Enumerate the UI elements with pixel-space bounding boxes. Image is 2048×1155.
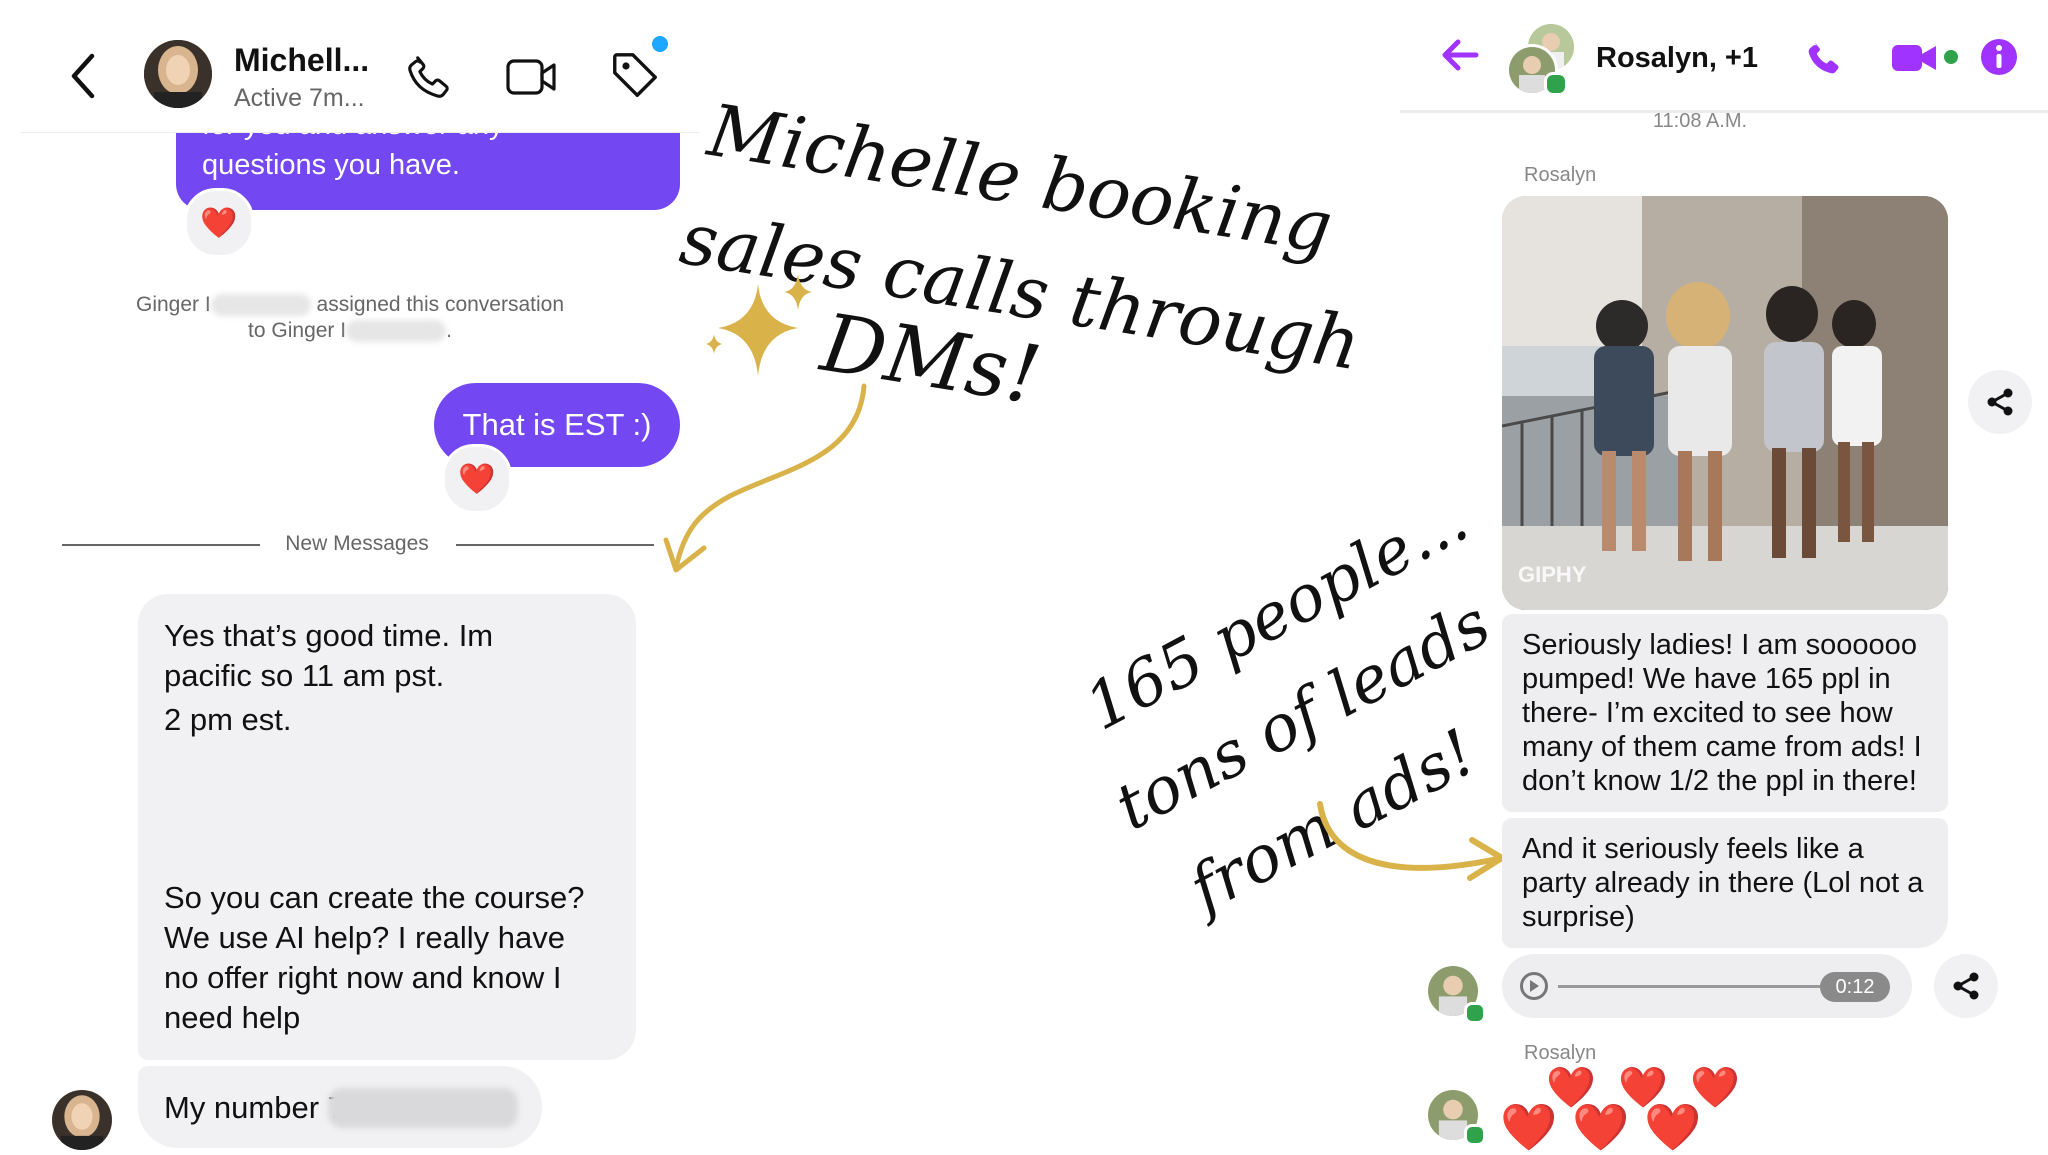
chat-header: Rosalyn, +1: [1400, 0, 2048, 113]
message-text-line: no offer right now and know I: [164, 960, 562, 995]
right-chat-panel: Rosalyn, +1 11:08 A.M. Rosalyn GIPHY Ser…: [1400, 0, 2048, 1153]
message-text-line: pacific so 11 am pst.: [164, 658, 445, 693]
system-text: assigned this conversation: [316, 293, 565, 316]
incoming-message-bubble[interactable]: My number 7: [138, 1066, 542, 1148]
share-icon: [1953, 972, 1979, 1000]
duration-text: 0:12: [1835, 976, 1875, 998]
voice-progress-track[interactable]: [1558, 985, 1858, 988]
message-text-line: Yes that’s good time. Im: [164, 618, 494, 653]
message-text-line: surprise): [1522, 901, 1635, 933]
message-text-line: there- I’m excited to see how: [1522, 697, 1893, 729]
giphy-watermark: GIPHY: [1518, 562, 1587, 587]
heart-icon: ❤️: [1572, 1101, 1630, 1153]
message-timestamp: 11:08 A.M.: [1652, 110, 1748, 132]
heart-reaction[interactable]: ❤️: [442, 444, 512, 514]
heart-icon: ❤️: [200, 206, 238, 240]
annotation-arrow: [660, 380, 880, 585]
system-text: to Ginger I: [248, 319, 347, 342]
contact-avatar[interactable]: [144, 40, 212, 108]
message-text-line: don’t know 1/2 the ppl in there!: [1522, 765, 1917, 797]
info-icon[interactable]: [1980, 38, 2018, 81]
message-text-line: And it seriously feels like a: [1522, 833, 1864, 865]
message-text-line: pumped! We have 165 ppl in: [1522, 663, 1891, 695]
heart-icon: ❤️: [1500, 1101, 1558, 1153]
share-icon: [1987, 388, 2013, 416]
phone-icon[interactable]: [404, 52, 454, 107]
voice-message-bubble[interactable]: 0:12: [1502, 954, 1912, 1018]
play-icon[interactable]: [1520, 972, 1548, 1000]
system-text: Ginger I: [135, 293, 211, 316]
message-text-line: So you can create the course?: [164, 880, 585, 915]
video-icon[interactable]: [504, 52, 560, 107]
heart-icon: ❤️: [1644, 1101, 1702, 1153]
left-chat-panel: for you and answer any questions you hav…: [0, 0, 700, 1152]
online-status-dot: [1544, 72, 1568, 96]
online-status-dot: [1464, 1124, 1486, 1146]
back-chevron-icon[interactable]: [68, 52, 98, 105]
incoming-message-bubble[interactable]: Yes that’s good time. Im pacific so 11 a…: [138, 594, 636, 1060]
message-text-line: We use AI help? I really have: [164, 920, 565, 955]
system-text: .: [446, 319, 452, 342]
contact-status: Active 7m...: [234, 84, 365, 112]
message-text-line: many of them came from ads! I: [1522, 731, 1922, 763]
sender-avatar[interactable]: [52, 1090, 112, 1150]
new-messages-label: New Messages: [285, 532, 429, 555]
tag-icon[interactable]: [608, 48, 662, 107]
sender-label: Rosalyn: [1524, 164, 1597, 186]
heart-reaction[interactable]: ❤️: [184, 188, 254, 258]
message-text-line: 2 pm est.: [164, 702, 292, 737]
redacted-name: [210, 294, 311, 317]
heart-icon: ❤️: [458, 462, 496, 496]
message-text-line: questions you have.: [202, 149, 460, 181]
message-text: That is EST :): [462, 407, 652, 442]
video-icon[interactable]: [1890, 42, 1940, 79]
notification-dot: [652, 36, 668, 52]
group-name[interactable]: Rosalyn, +1: [1596, 42, 1758, 75]
message-text: My number 7: [164, 1090, 345, 1125]
message-text-line: party already in there (Lol not a: [1522, 867, 1924, 899]
redacted-name: [346, 320, 447, 343]
back-arrow-icon[interactable]: [1440, 38, 1480, 77]
online-status-dot: [1464, 1002, 1486, 1024]
assignment-system-message: Ginger I assigned this conversation to G…: [100, 292, 600, 344]
chat-header: Michell... Active 7m...: [20, 0, 700, 133]
incoming-message-bubble[interactable]: Seriously ladies! I am soooooo pumped! W…: [1502, 614, 1948, 812]
gif-image[interactable]: GIPHY: [1502, 196, 1948, 610]
sparkle-icon: [700, 272, 820, 387]
share-button[interactable]: [1934, 954, 1998, 1018]
message-text-line: Seriously ladies! I am soooooo: [1522, 629, 1917, 661]
divider-line: [456, 544, 654, 546]
divider-line: [62, 544, 260, 546]
incoming-message-bubble[interactable]: And it seriously feels like a party alre…: [1502, 818, 1948, 948]
redacted-phone-number: [328, 1088, 518, 1128]
heart-emoji-message[interactable]: ❤️ ❤️ ❤️ ❤️ ❤️ ❤️: [1500, 1060, 1740, 1153]
phone-icon[interactable]: [1804, 38, 1844, 83]
voice-duration: 0:12: [1820, 972, 1890, 1002]
video-active-dot: [1944, 50, 1958, 64]
share-button[interactable]: [1968, 370, 2032, 434]
contact-name[interactable]: Michell...: [234, 42, 369, 79]
message-text-line: need help: [164, 1000, 301, 1035]
